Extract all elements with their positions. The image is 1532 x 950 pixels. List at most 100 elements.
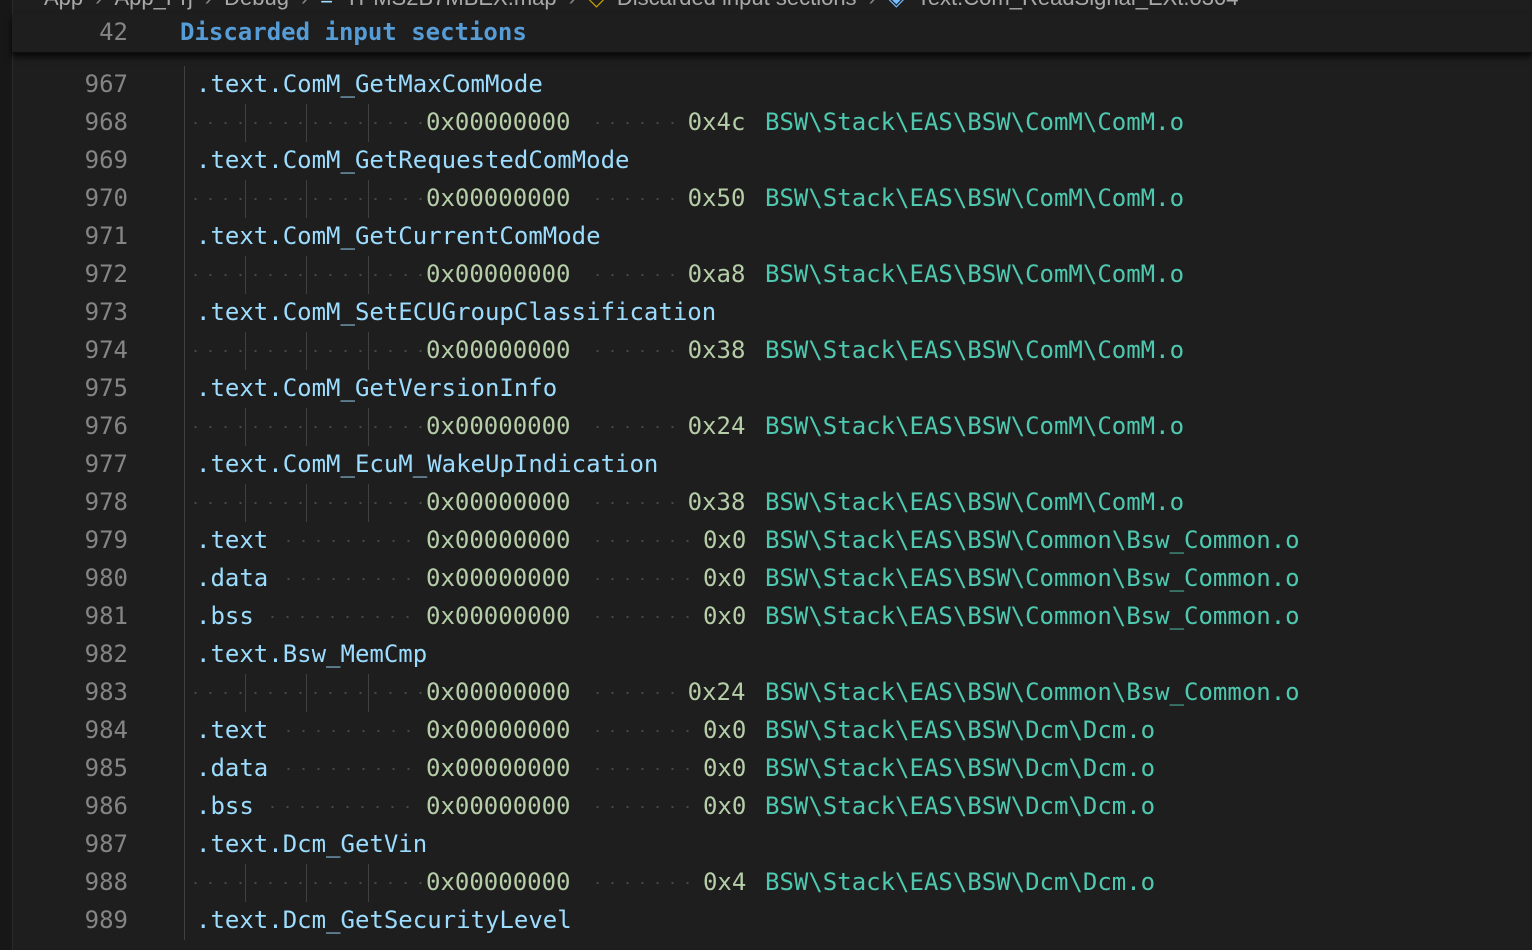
section-name[interactable]: .text.ComM_GetCurrentComMode	[196, 222, 601, 250]
section-name[interactable]: .text.ComM_EcuM_WakeUpIndication	[196, 450, 658, 478]
object-file-path[interactable]: BSW\Stack\EAS\BSW\ComM\ComM.o	[765, 488, 1184, 516]
section-name[interactable]: .bss	[196, 792, 254, 820]
address-value[interactable]: 0x00000000	[426, 260, 571, 288]
size-value[interactable]: 0x24	[688, 678, 746, 706]
whitespace-marker	[280, 768, 420, 770]
address-value[interactable]: 0x00000000	[426, 526, 571, 554]
section-name[interactable]: .text.ComM_SetECUGroupClassification	[196, 298, 716, 326]
object-file-path[interactable]: BSW\Stack\EAS\BSW\Common\Bsw_Common.o	[765, 678, 1300, 706]
code-line[interactable]: 971 .text.ComM_GetCurrentComMode	[12, 218, 1532, 256]
code-line[interactable]: 973 .text.ComM_SetECUGroupClassification	[12, 294, 1532, 332]
address-value[interactable]: 0x00000000	[426, 108, 571, 136]
section-name[interactable]: .data	[196, 564, 268, 592]
code-line[interactable]: 968 0x00000000 0x4c BSW\Stack\EAS\BSW\ComM\…	[12, 104, 1532, 142]
address-value[interactable]: 0x00000000	[426, 716, 571, 744]
code-line[interactable]: 979 .text 0x00000000 0x0 BSW\Stack\EAS\BSW\C…	[12, 522, 1532, 560]
size-value[interactable]: 0x0	[703, 526, 746, 554]
section-name[interactable]: .text.Dcm_GetVin	[196, 830, 427, 858]
address-value[interactable]: 0x00000000	[426, 184, 571, 212]
code-line[interactable]: 982 .text.Bsw_MemCmp	[12, 636, 1532, 674]
sticky-scroll-header[interactable]: 42 Discarded input sections	[12, 14, 1532, 53]
size-value[interactable]: 0x38	[688, 336, 746, 364]
code-line[interactable]: 977 .text.ComM_EcuM_WakeUpIndication	[12, 446, 1532, 484]
code-line[interactable]: 989 .text.Dcm_GetSecurityLevel	[12, 902, 1532, 940]
whitespace-marker	[188, 692, 422, 694]
section-name[interactable]: .text	[196, 526, 268, 554]
size-value[interactable]: 0x24	[688, 412, 746, 440]
line-number: 969	[84, 146, 128, 174]
address-value[interactable]: 0x00000000	[426, 602, 571, 630]
code-line[interactable]: 981 .bss 0x00000000 0x0 BSW\Stack\EAS\BSW\Co…	[12, 598, 1532, 636]
code-line[interactable]: 984 .text 0x00000000 0x0 BSW\Stack\EAS\BSW\D…	[12, 712, 1532, 750]
line-number: 985	[84, 754, 128, 782]
address-value[interactable]: 0x00000000	[426, 754, 571, 782]
code-line[interactable]: 978 0x00000000 0x38 BSW\Stack\EAS\BSW\ComM\…	[12, 484, 1532, 522]
code-line[interactable]: 988 0x00000000 0x4 BSW\Stack\EAS\BSW\Dcm\Dc…	[12, 864, 1532, 902]
size-value[interactable]: 0x4c	[688, 108, 746, 136]
address-value[interactable]: 0x00000000	[426, 792, 571, 820]
code-line[interactable]: 970 0x00000000 0x50 BSW\Stack\EAS\BSW\ComM\…	[12, 180, 1532, 218]
indent-guide	[184, 750, 185, 788]
code-line[interactable]: 985 .data 0x00000000 0x0 BSW\Stack\EAS\BSW\D…	[12, 750, 1532, 788]
section-name[interactable]: .text.Bsw_MemCmp	[196, 640, 427, 668]
code-line[interactable]: 983 0x00000000 0x24 BSW\Stack\EAS\BSW\Commo…	[12, 674, 1532, 712]
size-value[interactable]: 0x4	[703, 868, 746, 896]
size-value[interactable]: 0x0	[703, 602, 746, 630]
whitespace-marker	[265, 806, 420, 808]
object-file-path[interactable]: BSW\Stack\EAS\BSW\ComM\ComM.o	[765, 108, 1184, 136]
object-file-path[interactable]: BSW\Stack\EAS\BSW\Dcm\Dcm.o	[765, 716, 1155, 744]
object-file-path[interactable]: BSW\Stack\EAS\BSW\Common\Bsw_Common.o	[765, 602, 1300, 630]
size-value[interactable]: 0x50	[688, 184, 746, 212]
size-value[interactable]: 0x0	[703, 716, 746, 744]
object-file-path[interactable]: BSW\Stack\EAS\BSW\ComM\ComM.o	[765, 336, 1184, 364]
code-line[interactable]: 972 0x00000000 0xa8 BSW\Stack\EAS\BSW\ComM\…	[12, 256, 1532, 294]
object-file-path[interactable]: BSW\Stack\EAS\BSW\Dcm\Dcm.o	[765, 868, 1155, 896]
code-line[interactable]: 967 .text.ComM_GetMaxComMode	[12, 66, 1532, 104]
code-line[interactable]: 987 .text.Dcm_GetVin	[12, 826, 1532, 864]
line-number: 977	[84, 450, 128, 478]
section-name[interactable]: .text	[196, 716, 268, 744]
code-line[interactable]: 969 .text.ComM_GetRequestedComMode	[12, 142, 1532, 180]
section-name[interactable]: .bss	[196, 602, 254, 630]
indent-guide	[184, 142, 185, 180]
section-name[interactable]: .text.ComM_GetRequestedComMode	[196, 146, 629, 174]
object-file-path[interactable]: BSW\Stack\EAS\BSW\Common\Bsw_Common.o	[765, 526, 1300, 554]
whitespace-marker	[589, 730, 697, 732]
address-value[interactable]: 0x00000000	[426, 868, 571, 896]
object-file-path[interactable]: BSW\Stack\EAS\BSW\Common\Bsw_Common.o	[765, 564, 1300, 592]
indent-guide	[184, 788, 185, 826]
whitespace-marker	[188, 426, 422, 428]
line-number: 980	[84, 564, 128, 592]
object-file-path[interactable]: BSW\Stack\EAS\BSW\ComM\ComM.o	[765, 412, 1184, 440]
whitespace-marker	[188, 502, 422, 504]
code-line[interactable]: 976 0x00000000 0x24 BSW\Stack\EAS\BSW\ComM\…	[12, 408, 1532, 446]
section-name[interactable]: .text.Dcm_GetSecurityLevel	[196, 906, 572, 934]
code-area[interactable]: 967 .text.ComM_GetMaxComMode 968 0x00000000…	[12, 0, 1532, 950]
object-file-path[interactable]: BSW\Stack\EAS\BSW\ComM\ComM.o	[765, 184, 1184, 212]
section-name[interactable]: .data	[196, 754, 268, 782]
address-value[interactable]: 0x00000000	[426, 488, 571, 516]
line-number: 984	[84, 716, 128, 744]
address-value[interactable]: 0x00000000	[426, 564, 571, 592]
size-value[interactable]: 0x0	[703, 792, 746, 820]
code-line[interactable]: 980 .data 0x00000000 0x0 BSW\Stack\EAS\BSW\C…	[12, 560, 1532, 598]
address-value[interactable]: 0x00000000	[426, 412, 571, 440]
whitespace-marker	[589, 426, 682, 428]
editor[interactable]: App › App_Prj › Debug › ≡ TPMS2B7MBEX.ma…	[0, 0, 1532, 950]
object-file-path[interactable]: BSW\Stack\EAS\BSW\Dcm\Dcm.o	[765, 754, 1155, 782]
code-line[interactable]: 974 0x00000000 0x38 BSW\Stack\EAS\BSW\ComM\…	[12, 332, 1532, 370]
size-value[interactable]: 0x0	[703, 754, 746, 782]
sticky-heading[interactable]: Discarded input sections	[180, 18, 527, 46]
whitespace-marker	[589, 350, 682, 352]
section-name[interactable]: .text.ComM_GetMaxComMode	[196, 70, 543, 98]
size-value[interactable]: 0xa8	[688, 260, 746, 288]
address-value[interactable]: 0x00000000	[426, 678, 571, 706]
size-value[interactable]: 0x0	[703, 564, 746, 592]
code-line[interactable]: 975 .text.ComM_GetVersionInfo	[12, 370, 1532, 408]
size-value[interactable]: 0x38	[688, 488, 746, 516]
code-line[interactable]: 986 .bss 0x00000000 0x0 BSW\Stack\EAS\BSW\Dc…	[12, 788, 1532, 826]
object-file-path[interactable]: BSW\Stack\EAS\BSW\ComM\ComM.o	[765, 260, 1184, 288]
address-value[interactable]: 0x00000000	[426, 336, 571, 364]
object-file-path[interactable]: BSW\Stack\EAS\BSW\Dcm\Dcm.o	[765, 792, 1155, 820]
section-name[interactable]: .text.ComM_GetVersionInfo	[196, 374, 557, 402]
